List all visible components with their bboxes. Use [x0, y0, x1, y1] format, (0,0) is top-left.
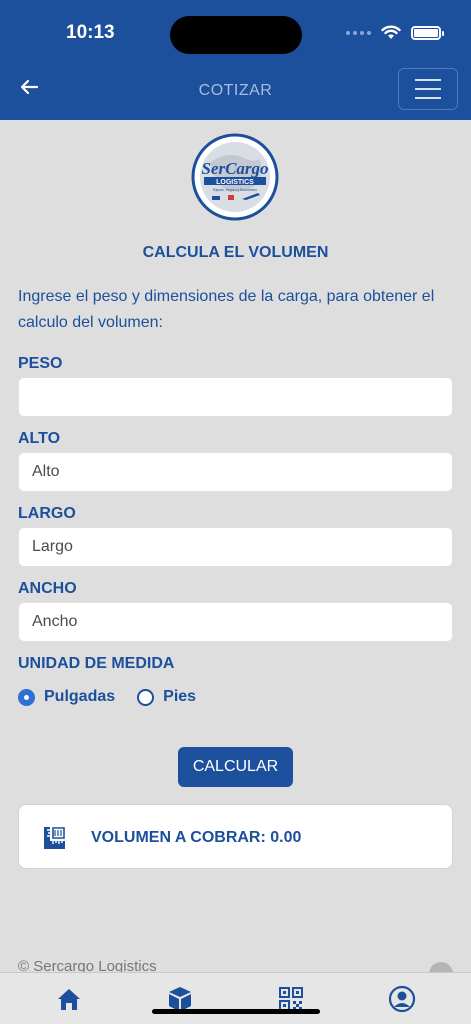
radio-pulgadas[interactable]: Pulgadas — [18, 688, 115, 706]
unit-label: UNIDAD DE MEDIDA — [18, 655, 175, 672]
company-logo: SerCargo LOGISTICS Rápido, Seguro y Econ… — [191, 133, 279, 221]
svg-text:LOGISTICS: LOGISTICS — [216, 179, 254, 186]
ruler-icon — [44, 827, 65, 849]
ancho-label: ANCHO — [18, 580, 77, 597]
peso-input[interactable] — [18, 377, 453, 417]
section-title: CALCULA EL VOLUMEN — [142, 244, 329, 261]
status-bar: 10:13 — [0, 0, 471, 62]
radio-pulgadas-label: Pulgadas — [44, 688, 116, 705]
largo-label: LARGO — [18, 505, 76, 522]
intro-text: Ingrese el peso y dimensiones de la carg… — [18, 288, 435, 331]
calcular-button[interactable]: CALCULAR — [178, 747, 293, 787]
peso-label: PESO — [18, 355, 63, 372]
status-icons — [346, 25, 444, 40]
ancho-input[interactable] — [18, 602, 453, 642]
navbar: COTIZAR — [0, 62, 471, 120]
radio-button-unchecked[interactable] — [137, 688, 155, 706]
svg-text:Rápido, Seguro y Económico: Rápido, Seguro y Económico — [213, 188, 257, 192]
profile-icon[interactable] — [388, 985, 416, 1013]
tab-bar — [0, 972, 471, 1024]
wifi-icon — [381, 25, 401, 39]
svg-text:SerCargo: SerCargo — [201, 159, 268, 178]
radio-button-checked[interactable] — [18, 688, 35, 706]
home-icon[interactable] — [55, 985, 83, 1013]
volumen-result: VOLUMEN A COBRAR: 0.00 — [91, 829, 302, 846]
radio-pies[interactable]: Pies — [137, 688, 196, 706]
battery-icon — [411, 25, 444, 40]
alto-label: ALTO — [18, 430, 61, 447]
unit-radio-group: Pulgadas Pies — [18, 688, 218, 706]
hamburger-icon — [415, 79, 441, 81]
result-card: VOLUMEN A COBRAR: 0.00 — [18, 804, 453, 869]
dynamic-island — [170, 16, 302, 54]
home-indicator — [152, 1009, 320, 1014]
status-time: 10:13 — [66, 22, 115, 43]
menu-button[interactable] — [398, 68, 458, 110]
largo-input[interactable] — [18, 527, 453, 567]
alto-input[interactable] — [18, 452, 453, 492]
footer-copyright: © Sercargo Logistics — [18, 958, 157, 972]
radio-pies-label: Pies — [163, 688, 197, 705]
signal-icon — [346, 30, 371, 35]
